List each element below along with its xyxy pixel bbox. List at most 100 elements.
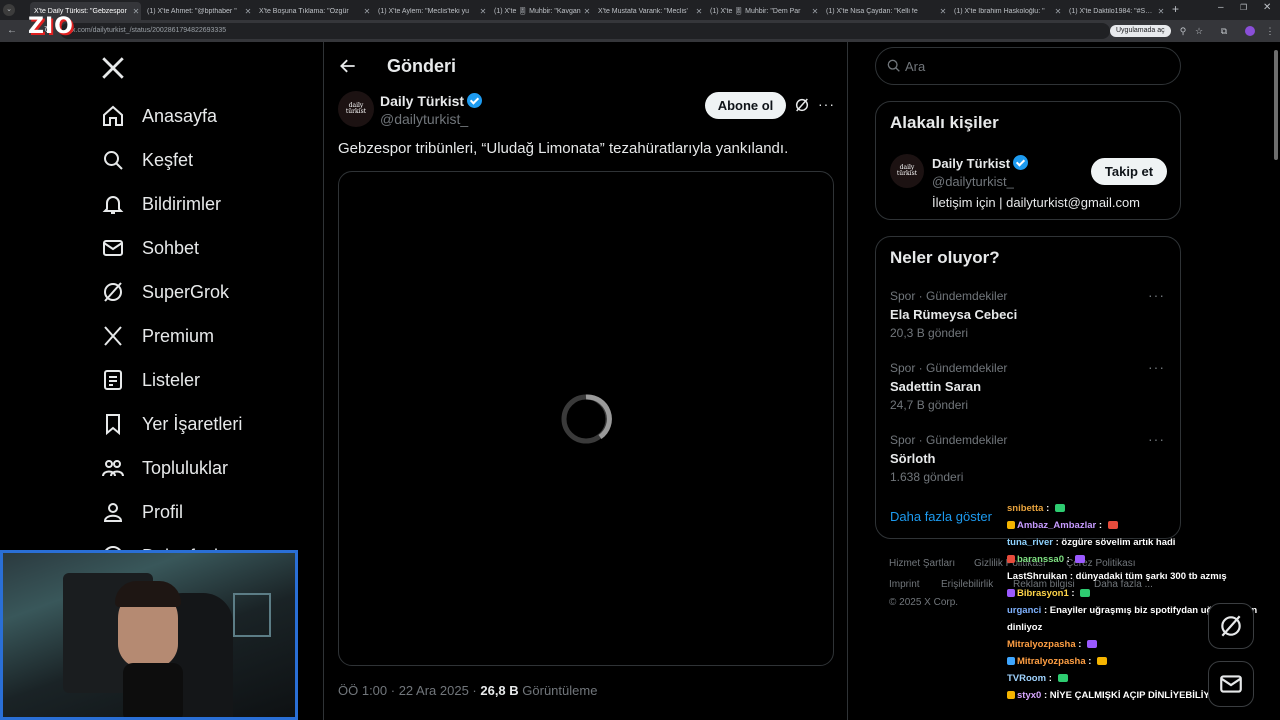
nav-item-label: Anasayfa bbox=[142, 105, 218, 126]
nav-item-communities[interactable]: Topluluklar bbox=[100, 448, 228, 488]
author-handle[interactable]: @dailyturkist_ bbox=[380, 111, 468, 127]
related-avatar[interactable]: daily türkist bbox=[890, 154, 924, 188]
footer-link[interactable]: Hizmet Şartları bbox=[889, 558, 955, 569]
browser-tab[interactable]: (1) X'te Nisa Çaydan: "Kelli fe ✕ bbox=[822, 2, 948, 20]
chat-message: Ambaz_Ambazlar : bbox=[1007, 520, 1118, 531]
nav-item-mail[interactable]: Sohbet bbox=[100, 228, 199, 268]
nav-item-search[interactable]: Keşfet bbox=[100, 140, 193, 180]
trend-more-icon[interactable]: ··· bbox=[1148, 431, 1165, 447]
tab-title: (1) X'te Ahmet: "@bpthaber " bbox=[147, 7, 237, 15]
trend-more-icon[interactable]: ··· bbox=[1148, 359, 1165, 375]
browser-menu-icon[interactable]: ⋮ bbox=[1262, 23, 1278, 39]
chat-badge-icon bbox=[1007, 521, 1015, 529]
related-name-row[interactable]: Daily Türkist bbox=[932, 155, 1029, 171]
nav-item-grok[interactable]: SuperGrok bbox=[100, 272, 229, 312]
subscribe-label: Abone ol bbox=[717, 98, 774, 113]
chat-username: Mitralyozpasha bbox=[1017, 656, 1086, 667]
tab-close-icon[interactable]: ✕ bbox=[810, 7, 820, 16]
list-icon bbox=[100, 367, 126, 393]
bookmark-star-icon[interactable]: ☆ bbox=[1191, 23, 1207, 39]
new-tab-button[interactable]: + bbox=[1172, 2, 1179, 16]
subscribe-button[interactable]: Abone ol bbox=[705, 92, 786, 119]
webcam-microphone bbox=[123, 663, 183, 717]
browser-tab[interactable]: (1) X'te Aylem: "Meclis'teki yu ✕ bbox=[374, 2, 488, 20]
back-button[interactable]: ← bbox=[4, 23, 20, 39]
nav-item-x-logo[interactable]: Premium bbox=[100, 316, 214, 356]
browser-tab[interactable]: X'te Mustafa Varank: "Meclis' ✕ bbox=[594, 2, 704, 20]
x-logo-icon[interactable] bbox=[100, 55, 126, 81]
related-verified-icon bbox=[1013, 155, 1029, 170]
chat-separator: : bbox=[1043, 503, 1052, 514]
chat-message: Mitralyozpasha : bbox=[1007, 656, 1108, 667]
close-window-button[interactable]: ✕ bbox=[1263, 2, 1271, 13]
follow-label: Takip et bbox=[1104, 164, 1154, 179]
page-scrollbar[interactable] bbox=[1274, 50, 1278, 160]
chat-message: Bibrasyon1 : bbox=[1007, 588, 1091, 599]
chat-separator: : bbox=[1041, 690, 1050, 701]
tab-close-icon[interactable]: ✕ bbox=[362, 7, 372, 16]
footer-link[interactable]: Erişilebilirlik bbox=[941, 579, 993, 590]
chat-username: urganci bbox=[1007, 605, 1042, 616]
browser-tab[interactable]: (1) X'te 🎚 Muhbir: "Kavgan ✕ bbox=[490, 2, 592, 20]
tab-close-icon[interactable]: ✕ bbox=[1053, 7, 1063, 16]
browser-tab[interactable]: (1) X'te 🎚 Muhbir: "Dem Par ✕ bbox=[706, 2, 820, 20]
tab-close-icon[interactable]: ✕ bbox=[131, 7, 141, 16]
nav-item-bookmark[interactable]: Yer İşaretleri bbox=[100, 404, 242, 444]
nav-item-home[interactable]: Anasayfa bbox=[100, 96, 217, 136]
related-people-panel: Alakalı kişiler daily türkist Daily Türk… bbox=[875, 101, 1181, 220]
open-in-app-button[interactable]: Uygulamada aç bbox=[1110, 25, 1171, 37]
author-name-row[interactable]: Daily Türkist bbox=[380, 93, 483, 109]
address-bar[interactable]: x.com/dailyturkist_/status/2002861794822… bbox=[60, 23, 1110, 39]
zoom-icon[interactable]: ⚲ bbox=[1175, 23, 1191, 39]
show-more-link[interactable]: Daha fazla göster bbox=[890, 509, 992, 524]
nav-item-label: Listeler bbox=[142, 369, 201, 390]
follow-button[interactable]: Takip et bbox=[1091, 158, 1167, 185]
tab-close-icon[interactable]: ✕ bbox=[582, 7, 592, 16]
related-handle[interactable]: @dailyturkist_ bbox=[932, 174, 1014, 189]
chat-message: baranssa0 : bbox=[1007, 554, 1086, 565]
browser-tab[interactable]: X'te Boşuna Tıklama: "Özgür ✕ bbox=[255, 2, 372, 20]
profile-avatar[interactable] bbox=[1245, 26, 1255, 36]
trend-title: Ela Rümeysa Cebeci bbox=[890, 307, 1018, 322]
browser-tab[interactable]: (1) X'te İbrahim Haskoloğlu: " ✕ bbox=[950, 2, 1063, 20]
trend-item[interactable]: Spor · Gündemdekiler Ela Rümeysa Cebeci 20… bbox=[890, 287, 1168, 349]
video-player[interactable] bbox=[338, 171, 834, 666]
browser-tab[interactable]: (1) X'te Ahmet: "@bpthaber " ✕ bbox=[143, 2, 253, 20]
tab-close-icon[interactable]: ✕ bbox=[478, 7, 488, 16]
search-input[interactable]: Ara bbox=[875, 47, 1181, 85]
trend-more-icon[interactable]: ··· bbox=[1148, 287, 1165, 303]
tab-close-icon[interactable]: ✕ bbox=[694, 7, 704, 16]
tab-close-icon[interactable]: ✕ bbox=[938, 7, 948, 16]
footer-link[interactable]: Imprint bbox=[889, 579, 920, 590]
tab-search-button[interactable]: ⌄ bbox=[3, 4, 15, 16]
maximize-button[interactable]: ❐ bbox=[1240, 3, 1247, 12]
nav-item-label: Bildirimler bbox=[142, 193, 222, 214]
back-arrow-icon[interactable] bbox=[338, 56, 358, 76]
bell-icon bbox=[100, 191, 126, 217]
chat-separator: : bbox=[1085, 656, 1095, 667]
communities-icon bbox=[100, 455, 126, 481]
author-avatar[interactable]: daily türkist bbox=[338, 91, 374, 127]
messages-float-button[interactable] bbox=[1208, 661, 1254, 707]
tab-title: (1) X'te 🎚 Muhbir: "Kavgan bbox=[494, 8, 581, 15]
webcam-hair bbox=[115, 581, 181, 607]
nav-item-bell[interactable]: Bildirimler bbox=[100, 184, 221, 224]
nav-item-profile[interactable]: Profil bbox=[100, 492, 183, 532]
browser-tab[interactable]: (1) X'te Daktilo1984: "#SONDAK✕ bbox=[1065, 2, 1166, 20]
trend-item[interactable]: Spor · Gündemdekiler Sadettin Saran 24,7 B… bbox=[890, 359, 1168, 421]
chat-emote-icon bbox=[1097, 657, 1108, 665]
tab-close-icon[interactable]: ✕ bbox=[243, 7, 253, 16]
chat-emote-icon bbox=[1057, 674, 1068, 682]
grok-icon[interactable] bbox=[794, 97, 810, 113]
chat-separator: : bbox=[1068, 588, 1078, 599]
minimize-button[interactable]: – bbox=[1218, 2, 1224, 13]
extensions-icon[interactable]: ⧉ bbox=[1216, 23, 1232, 39]
nav-item-list[interactable]: Listeler bbox=[100, 360, 200, 400]
trends-title: Neler oluyor? bbox=[890, 248, 1000, 267]
post-timestamp[interactable]: ÖÖ 1:00 · 22 Ara 2025 · bbox=[338, 683, 480, 698]
trend-item[interactable]: Spor · Gündemdekiler Sörloth 1.638 gönderi… bbox=[890, 431, 1168, 493]
grok-float-button[interactable] bbox=[1208, 603, 1254, 649]
webcam-frame-art bbox=[233, 593, 271, 637]
tab-close-icon[interactable]: ✕ bbox=[1156, 7, 1166, 16]
more-options-icon[interactable]: ··· bbox=[818, 96, 835, 112]
